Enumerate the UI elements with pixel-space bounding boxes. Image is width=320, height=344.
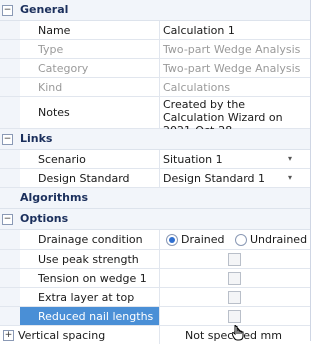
row-tension-on-wedge[interactable]: Tension on wedge 1 bbox=[0, 269, 310, 288]
row-notes-label: Notes bbox=[38, 106, 70, 119]
row-use-peak-strength[interactable]: Use peak strength bbox=[0, 250, 310, 269]
row-drainage-condition[interactable]: Drainage condition Drained Undrained bbox=[0, 230, 310, 250]
section-general-label: General bbox=[20, 3, 69, 16]
tension-checkbox[interactable] bbox=[228, 272, 241, 285]
row-kind-label: Kind bbox=[38, 81, 63, 94]
name-value[interactable]: Calculation 1 bbox=[163, 24, 235, 37]
row-scenario-label: Scenario bbox=[38, 153, 86, 166]
row-extra-layer[interactable]: Extra layer at top bbox=[0, 288, 310, 307]
drained-label[interactable]: Drained bbox=[181, 233, 225, 246]
row-drainage-label: Drainage condition bbox=[38, 233, 143, 246]
section-links[interactable]: − Links bbox=[0, 129, 310, 150]
row-name[interactable]: Name Calculation 1 bbox=[0, 21, 310, 40]
peak-strength-checkbox[interactable] bbox=[228, 253, 241, 266]
row-tension-label: Tension on wedge 1 bbox=[38, 272, 147, 285]
chevron-down-icon[interactable]: ▾ bbox=[288, 173, 292, 182]
collapse-icon[interactable]: − bbox=[2, 134, 13, 145]
row-type: Type Two-part Wedge Analysis bbox=[0, 40, 310, 59]
drained-radio[interactable] bbox=[166, 234, 178, 246]
row-design-standard-label: Design Standard bbox=[38, 172, 130, 185]
reduced-nail-checkbox[interactable] bbox=[228, 310, 241, 323]
row-vertical-spacing-label: Vertical spacing bbox=[18, 329, 106, 342]
collapse-icon[interactable]: − bbox=[2, 5, 13, 16]
row-name-label: Name bbox=[38, 24, 71, 37]
type-value: Two-part Wedge Analysis bbox=[163, 43, 301, 56]
row-vertical-spacing[interactable]: + Vertical spacing Not specified mm bbox=[0, 326, 310, 344]
section-general[interactable]: − General bbox=[0, 0, 310, 21]
collapse-icon[interactable]: − bbox=[2, 214, 13, 225]
design-standard-select[interactable]: Design Standard 1 bbox=[163, 172, 265, 185]
kind-value: Calculations bbox=[163, 81, 231, 94]
chevron-down-icon[interactable]: ▾ bbox=[288, 154, 292, 163]
row-peak-label: Use peak strength bbox=[38, 253, 139, 266]
undrained-radio[interactable] bbox=[235, 234, 247, 246]
property-grid: − General Name Calculation 1 Type Two-pa… bbox=[0, 0, 311, 344]
expand-icon[interactable]: + bbox=[3, 330, 14, 341]
category-value: Two-part Wedge Analysis bbox=[163, 62, 301, 75]
scenario-select[interactable]: Situation 1 bbox=[163, 153, 223, 166]
row-scenario[interactable]: Scenario Situation 1 ▾ bbox=[0, 150, 310, 169]
row-category: Category Two-part Wedge Analysis bbox=[0, 59, 310, 78]
row-type-label: Type bbox=[38, 43, 64, 56]
row-reduced-nail-label: Reduced nail lengths bbox=[38, 310, 154, 323]
extra-layer-checkbox[interactable] bbox=[228, 291, 241, 304]
row-category-label: Category bbox=[38, 62, 89, 75]
row-extra-layer-label: Extra layer at top bbox=[38, 291, 135, 304]
section-options-label: Options bbox=[20, 212, 69, 225]
undrained-label[interactable]: Undrained bbox=[250, 233, 307, 246]
section-options[interactable]: − Options bbox=[0, 209, 310, 230]
section-algorithms-label: Algorithms bbox=[20, 191, 89, 204]
row-notes[interactable]: Notes Created by the Calculation Wizard … bbox=[0, 97, 310, 137]
hand-cursor-icon bbox=[232, 325, 244, 341]
row-kind: Kind Calculations bbox=[0, 78, 310, 97]
row-design-standard[interactable]: Design Standard Design Standard 1 ▾ bbox=[0, 169, 310, 188]
section-algorithms[interactable]: Algorithms bbox=[0, 188, 310, 209]
section-links-label: Links bbox=[20, 132, 53, 145]
row-reduced-nail-lengths[interactable]: Reduced nail lengths bbox=[0, 307, 310, 326]
